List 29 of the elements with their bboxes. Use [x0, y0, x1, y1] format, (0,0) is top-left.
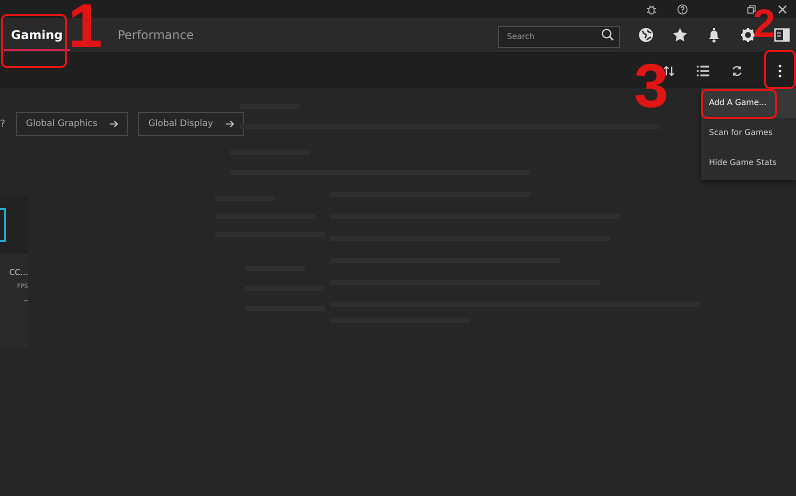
nav-tab[interactable]: Gaming	[4, 20, 70, 50]
prompt-text: ?	[0, 118, 6, 130]
menu-item[interactable]: Hide Game Stats	[701, 148, 796, 178]
gear-icon[interactable]	[740, 27, 756, 43]
game-title: CC...	[9, 268, 28, 277]
step-number: 2	[753, 4, 776, 44]
more-icon	[778, 64, 782, 78]
highlight-frame	[1, 14, 67, 68]
settings-link-button[interactable]: Global Graphics	[16, 112, 128, 136]
close-icon[interactable]	[777, 4, 788, 14]
step-number: 1	[68, 0, 102, 58]
menu-item[interactable]: Scan for Games	[701, 118, 796, 148]
bell-icon[interactable]	[706, 27, 722, 43]
search-field[interactable]: Search	[498, 26, 620, 48]
arrow-right-icon	[109, 119, 120, 129]
globe-icon[interactable]	[638, 27, 654, 43]
nav-tab[interactable]: Performance	[110, 20, 201, 50]
fps-value: –	[24, 296, 28, 305]
step-number: 3	[634, 56, 668, 118]
star-icon[interactable]	[672, 27, 688, 43]
game-thumbnail	[0, 208, 6, 242]
help-icon[interactable]	[677, 4, 688, 14]
bug-icon[interactable]	[646, 4, 657, 14]
arrow-right-icon	[225, 119, 236, 129]
list-icon[interactable]	[696, 64, 710, 78]
sidebar-panel-icon[interactable]	[774, 27, 790, 43]
refresh-icon[interactable]	[730, 64, 744, 78]
search-icon	[601, 28, 614, 41]
settings-link-button[interactable]: Global Display	[138, 112, 244, 136]
